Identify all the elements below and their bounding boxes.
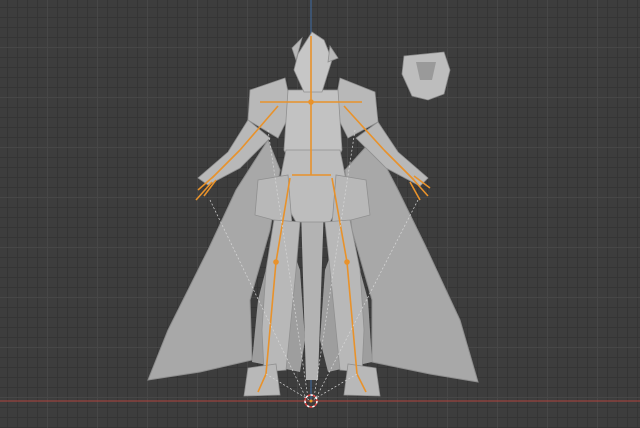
viewport-scene[interactable] (0, 0, 640, 428)
detached-helmet-mesh[interactable] (401, 51, 451, 101)
3d-viewport[interactable] (0, 0, 640, 428)
